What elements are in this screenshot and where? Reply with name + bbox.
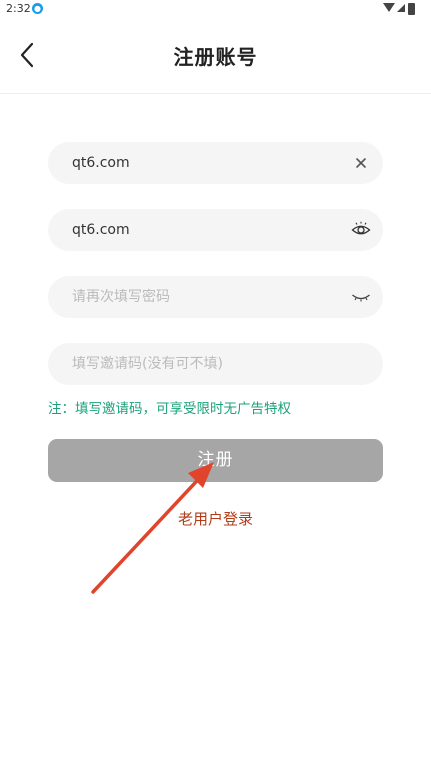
old-user-login-link[interactable]: 老用户登录 — [0, 508, 431, 529]
account-input[interactable] — [72, 142, 342, 184]
confirm-password-field — [48, 276, 383, 318]
password-field — [48, 209, 383, 251]
register-button[interactable]: 注册 — [48, 439, 383, 482]
eye-closed-icon[interactable] — [351, 287, 371, 307]
account-field — [48, 142, 383, 184]
app-notification-icon: ● — [32, 3, 43, 14]
invite-code-input[interactable] — [72, 343, 342, 385]
eye-open-icon[interactable] — [351, 220, 371, 240]
password-input[interactable] — [72, 209, 342, 251]
register-screen: 2:32 ● 注册账号 qt6.com qt6.com 请再次填写密码 填写邀请… — [0, 0, 431, 766]
status-bar: 2:32 ● — [0, 0, 431, 18]
signal-icon — [397, 4, 405, 12]
confirm-password-input[interactable] — [72, 276, 342, 318]
page-title: 注册账号 — [173, 45, 258, 69]
header: 注册账号 — [0, 18, 431, 94]
battery-icon — [408, 3, 415, 15]
status-time: 2:32 — [6, 2, 31, 15]
wifi-icon — [383, 3, 395, 12]
clear-icon[interactable] — [351, 153, 371, 173]
invite-note: 注：填写邀请码，可享受限时无广告特权 — [48, 401, 291, 417]
invite-code-field — [48, 343, 383, 385]
